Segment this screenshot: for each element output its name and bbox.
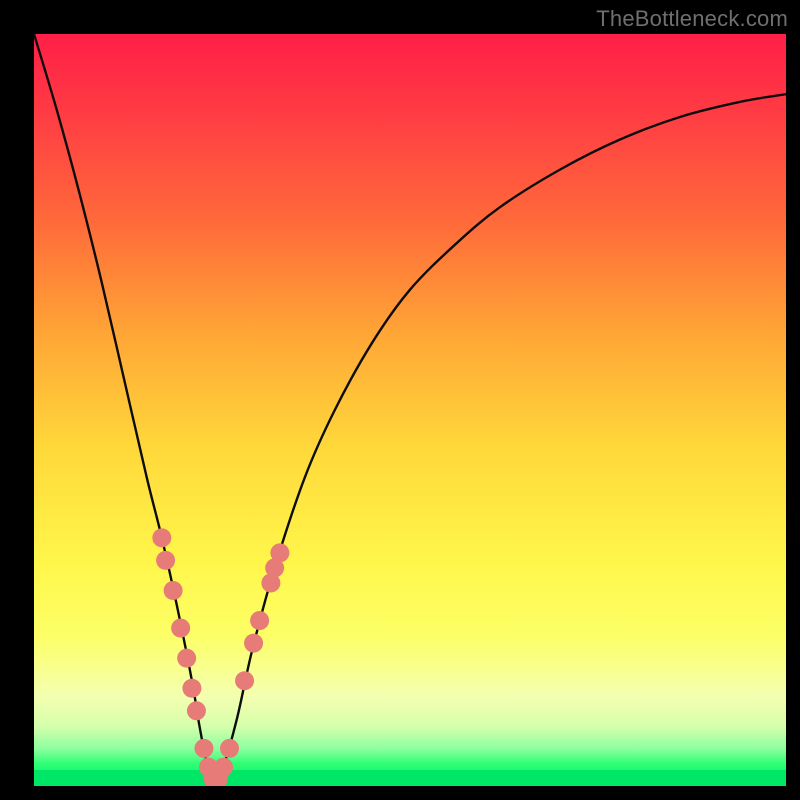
marker-dot xyxy=(250,611,269,630)
marker-dot xyxy=(214,758,233,777)
marker-dot xyxy=(182,679,201,698)
marker-dot xyxy=(187,701,206,720)
marker-dot xyxy=(194,739,213,758)
bottleneck-curve xyxy=(34,34,786,783)
curve-markers xyxy=(152,528,289,786)
curve-layer xyxy=(34,34,786,786)
chart-frame: TheBottleneck.com xyxy=(0,0,800,800)
marker-dot xyxy=(220,739,239,758)
marker-dot xyxy=(177,649,196,668)
marker-dot xyxy=(270,543,289,562)
marker-dot xyxy=(164,581,183,600)
marker-dot xyxy=(171,619,190,638)
marker-dot xyxy=(156,551,175,570)
marker-dot xyxy=(244,634,263,653)
watermark-text: TheBottleneck.com xyxy=(596,6,788,32)
marker-dot xyxy=(235,671,254,690)
marker-dot xyxy=(152,528,171,547)
plot-area xyxy=(34,34,786,786)
